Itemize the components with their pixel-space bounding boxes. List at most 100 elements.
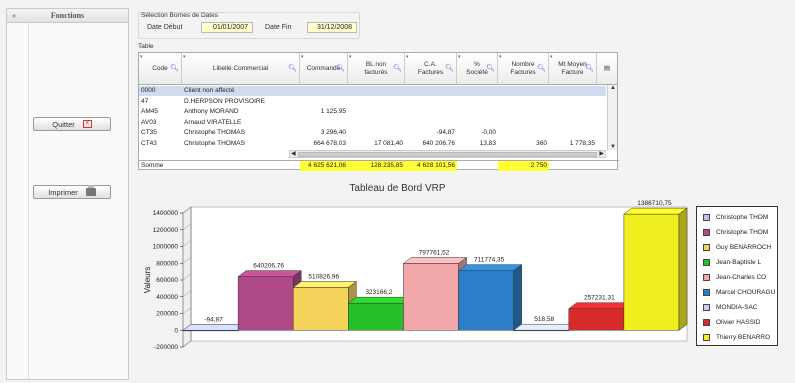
cell-commande: 1 125,95 — [320, 108, 346, 115]
quit-button[interactable]: Quitter × — [33, 117, 111, 131]
search-icon[interactable]: 🔍︎ — [393, 65, 402, 73]
bar-value-label: 257231,31 — [584, 295, 615, 302]
cell-libelle: Christophe THOMAS — [184, 139, 245, 147]
column-chooser-icon[interactable]: ▤ — [597, 53, 617, 85]
cell-ca: 640 206,76 — [422, 139, 455, 147]
legend-label: Jean-Charles CO — [716, 273, 767, 281]
cell-mt: 1 778,35 — [569, 139, 595, 147]
bar — [237, 276, 294, 331]
table-row[interactable]: 47 D.HERPSON PROVISOIRE — [139, 97, 606, 107]
scroll-thumb[interactable] — [298, 152, 597, 157]
search-icon[interactable]: 🔍︎ — [445, 65, 454, 73]
pct-header-line2: Société — [466, 68, 488, 76]
bar-value-label: 323166,2 — [365, 289, 392, 296]
legend-item: Olivier HASSID — [703, 315, 760, 329]
legend-swatch — [703, 228, 710, 236]
zero-line-depth — [678, 324, 688, 331]
search-icon[interactable]: 🔍︎ — [486, 65, 495, 73]
search-icon[interactable]: 🔍︎ — [170, 65, 179, 73]
y-tick-label: -200000 — [154, 344, 178, 351]
legend-swatch — [703, 273, 710, 281]
y-axis-label: Valeurs — [143, 267, 152, 294]
legend-label: Thierry BENARRO — [716, 333, 771, 341]
col-header-bl[interactable]: ▾ BL non facturés 🔍︎ — [348, 53, 405, 85]
sum-row: Somme 4 625 621,06 128 235,85 4 628 101,… — [139, 160, 619, 171]
table-row[interactable]: CT43 Christophe THOMAS 664 678,03 17 081,40… — [139, 139, 606, 149]
legend-label: MONDIA-SAC — [716, 303, 758, 311]
search-icon[interactable]: 🔍︎ — [288, 65, 297, 73]
legend-label: Olivier HASSID — [716, 318, 761, 326]
bl-header-line1: BL non — [365, 60, 387, 68]
cell-code: 0000 — [141, 87, 156, 94]
bar-top — [182, 324, 247, 331]
cell-nb: 360 — [536, 139, 547, 147]
cell-libelle: Christophe THOMAS — [184, 129, 245, 136]
chart-legend: Christophe THOM Christophe THOM Guy BENARR… — [696, 206, 778, 346]
cell-commande: 3 296,40 — [320, 129, 346, 136]
search-icon[interactable]: 🔍︎ — [537, 65, 546, 73]
legend-swatch — [703, 333, 710, 341]
table-title: Table — [138, 43, 154, 50]
table-row[interactable]: 0000 Client non affecté — [139, 86, 606, 96]
cell-code: CT43 — [141, 139, 157, 147]
col-header-pct[interactable]: ▾% Société 🔍︎ — [457, 53, 498, 85]
sidebar-title: Fonctions — [50, 11, 85, 20]
legend-item: Jean-Baptiste L — [703, 255, 761, 269]
scroll-left-icon[interactable]: ◀ — [291, 150, 296, 157]
scroll-down-icon[interactable]: ▼ — [610, 144, 616, 150]
bar-side — [678, 207, 688, 331]
close-icon: × — [82, 120, 92, 128]
y-gridline — [182, 273, 192, 281]
chart-back-wall — [190, 206, 688, 342]
col-header-mt[interactable]: ▾ Mt Moyen Facture 🔍︎ — [549, 53, 597, 85]
bar — [403, 263, 459, 331]
legend-item: Marcel CHOURAGU — [703, 285, 775, 299]
bar-value-label: 518,58 — [534, 316, 554, 323]
date-range-group: Sélection Bornes de Dates Date Début 01/… — [138, 12, 360, 39]
table-row[interactable]: CT35 Christophe THOMAS 3 296,40 -94,87 -0,00 — [139, 128, 606, 138]
code-header-label: Code — [152, 64, 168, 72]
legend-item: Christophe THOM — [703, 225, 768, 239]
legend-label: Jean-Baptiste L — [716, 258, 762, 266]
start-date-field[interactable]: 01/01/2007 — [201, 22, 253, 33]
ca-header-line1: C.A. — [424, 60, 437, 68]
legend-item: Thierry BENARRO — [703, 330, 770, 344]
search-icon[interactable]: 🔍︎ — [585, 65, 594, 73]
col-header-commande[interactable]: ▾ Commande 🔍︎ — [300, 53, 348, 85]
cell-ca: -94,87 — [436, 129, 455, 136]
cell-libelle: Anthony MORAND — [184, 108, 239, 115]
horizontal-scrollbar[interactable]: ◀ ▶ — [289, 150, 606, 158]
sidebar-header: « Fonctions — [7, 9, 128, 23]
legend-item: Guy BENARROCH — [703, 240, 771, 254]
table-row[interactable]: AV03 Arnaud VIRATELLE — [139, 118, 606, 128]
sidebar-divider — [28, 23, 29, 379]
y-gridline — [182, 206, 192, 214]
bar — [568, 308, 625, 331]
col-header-nb[interactable]: ▾ Nombre Factures 🔍︎ — [498, 53, 549, 85]
cell-libelle: Client non affecté — [184, 87, 235, 94]
bl-header-line2: facturés — [364, 68, 388, 76]
search-icon[interactable]: 🔍︎ — [336, 65, 345, 73]
scroll-right-icon[interactable]: ▶ — [599, 150, 604, 157]
bar-side — [403, 296, 412, 331]
bar-value-label: 1386710,75 — [637, 200, 672, 207]
col-header-ca[interactable]: ▾ C.A. Factures 🔍︎ — [405, 53, 457, 85]
y-tick-label: 400000 — [156, 294, 178, 301]
vertical-scrollbar[interactable]: ▲ ▼ — [607, 85, 617, 150]
legend-swatch — [703, 288, 710, 296]
functions-sidebar: « Fonctions Quitter × Imprimer — [6, 8, 129, 380]
cell-commande: 664 678,03 — [313, 139, 346, 147]
table-row[interactable]: AM45 Anthony MORAND 1 125,95 — [139, 107, 606, 117]
cell-libelle: Arnaud VIRATELLE — [184, 118, 242, 126]
bar-top — [623, 207, 688, 215]
scroll-up-icon[interactable]: ▲ — [610, 85, 616, 91]
col-header-libelle[interactable]: ▾ Libellé Commercial 🔍︎ — [182, 53, 300, 85]
mt-header-line2: Facture — [561, 68, 584, 76]
cell-bl: 17 081,40 — [374, 139, 403, 147]
start-date-label: Date Début — [147, 24, 183, 31]
end-date-field[interactable]: 31/12/2008 — [307, 22, 357, 33]
legend-swatch — [703, 243, 710, 251]
col-header-code[interactable]: ▾ Code 🔍︎ — [139, 53, 182, 85]
bar-side — [458, 256, 467, 331]
sum-bl: 128 235,85 — [348, 161, 405, 171]
